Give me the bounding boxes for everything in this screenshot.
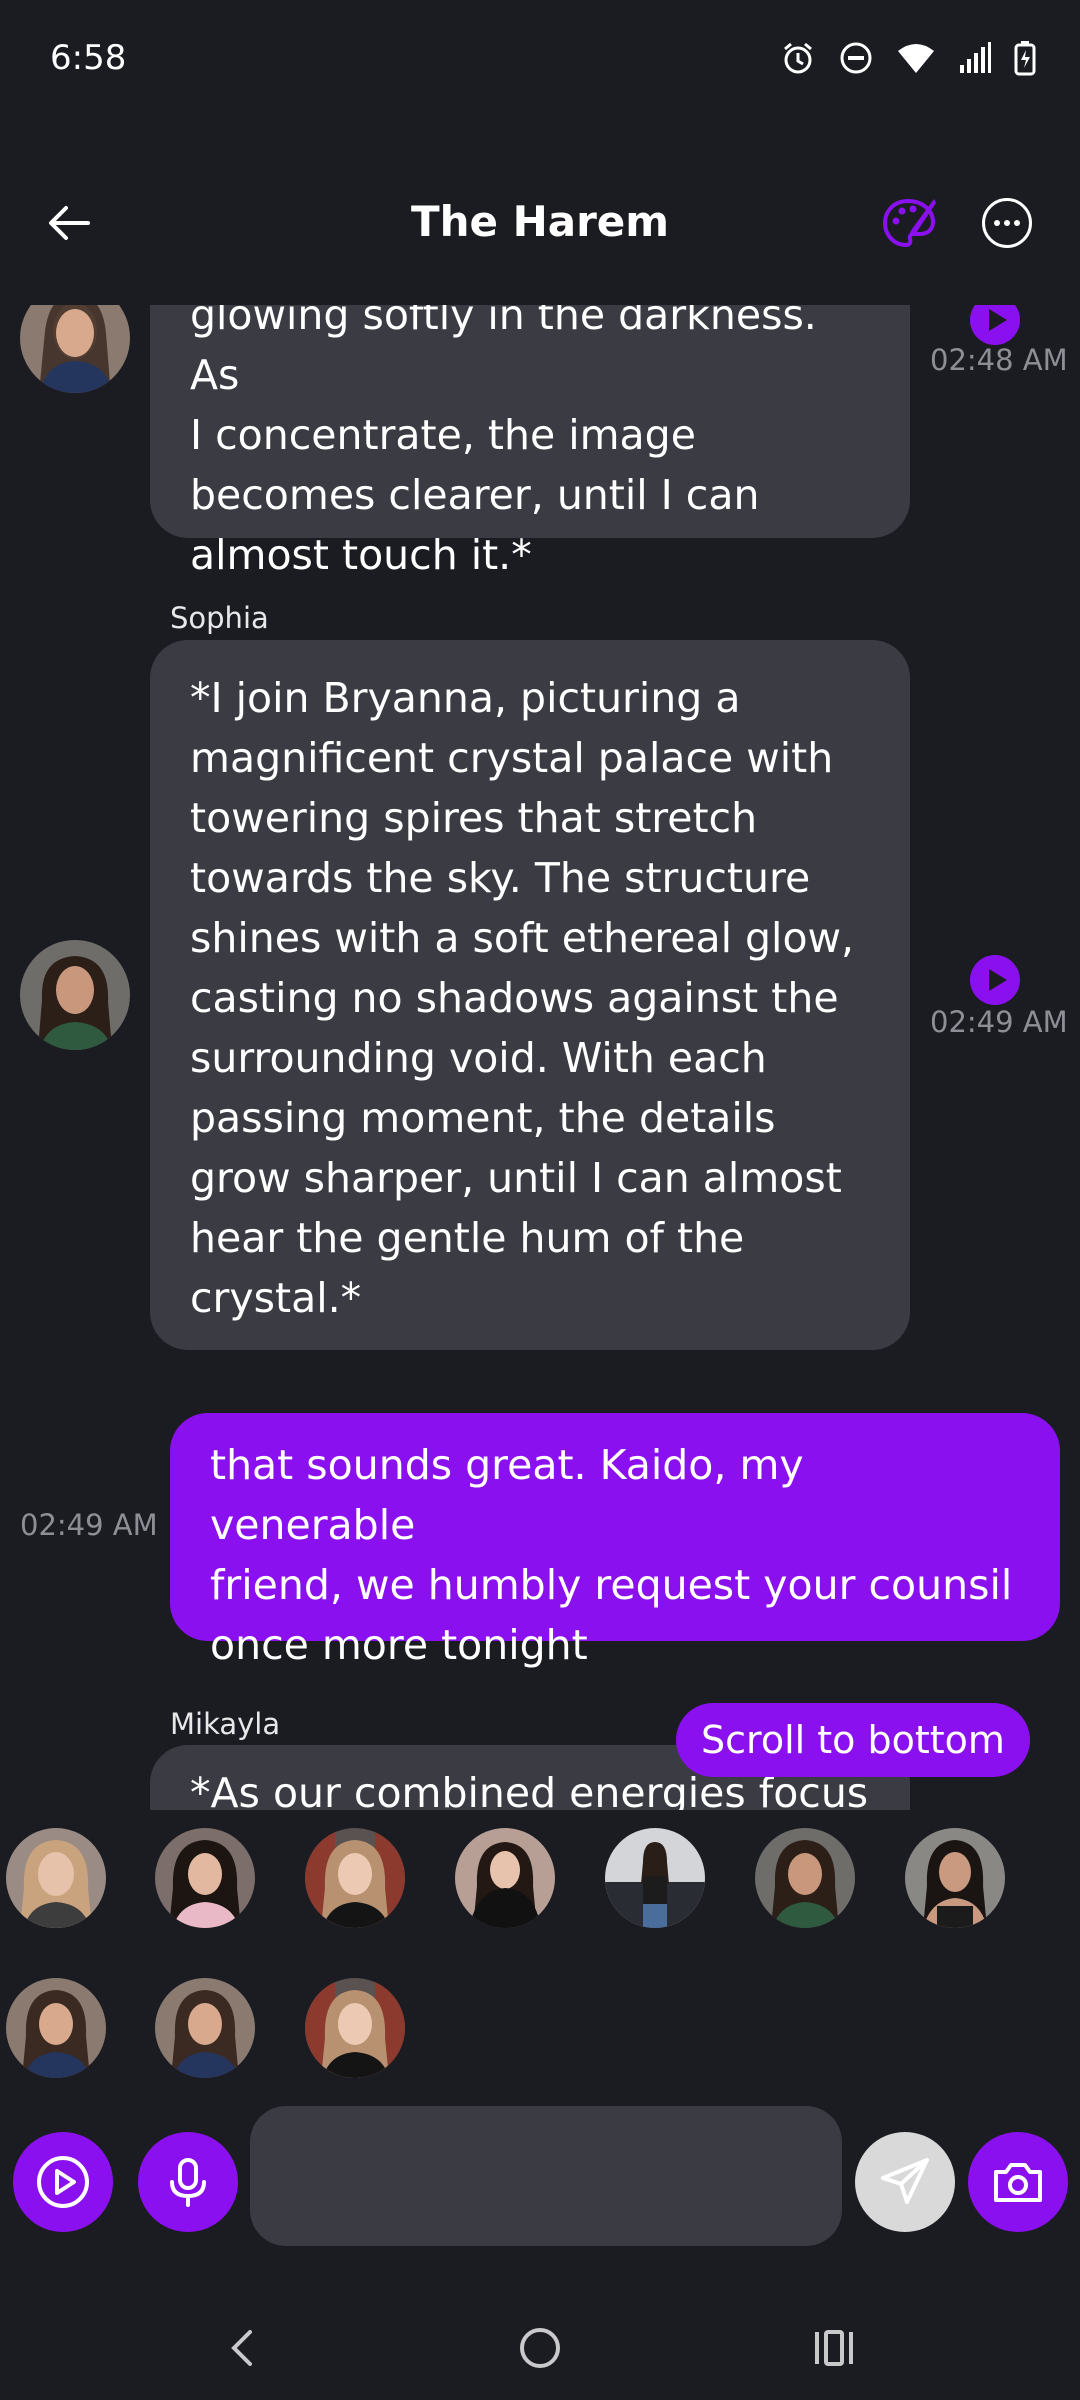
character-avatar[interactable] bbox=[6, 1978, 106, 2078]
message-line: that sounds great. Kaido, my venerable bbox=[210, 1441, 804, 1549]
camera-icon bbox=[994, 2163, 1042, 2202]
message-line: crystal.* bbox=[190, 1274, 362, 1322]
avatar-sophia[interactable] bbox=[20, 940, 130, 1050]
play-circle-icon bbox=[37, 2156, 89, 2208]
character-selector bbox=[0, 1810, 1080, 2100]
character-avatar[interactable] bbox=[155, 1978, 255, 2078]
message-composer bbox=[0, 2100, 1080, 2260]
battery-charging-icon bbox=[1014, 41, 1036, 76]
alarm-icon bbox=[784, 42, 812, 74]
message-line: once more tonight bbox=[210, 1621, 588, 1669]
message-line: I concentrate, the image bbox=[190, 411, 696, 459]
message-line: magnificent crystal palace with bbox=[190, 734, 834, 782]
camera-button[interactable] bbox=[968, 2132, 1068, 2232]
message-line: grow sharper, until I can almost bbox=[190, 1154, 842, 1202]
sender-name: Mikayla bbox=[170, 1707, 281, 1741]
message-time: 02:49 AM bbox=[930, 1005, 1068, 1039]
message-line: towards the sky. The structure bbox=[190, 854, 811, 902]
message-line: casting no shadows against the bbox=[190, 974, 839, 1022]
send-button[interactable] bbox=[855, 2132, 955, 2232]
more-options-button[interactable] bbox=[982, 198, 1032, 248]
character-avatar[interactable] bbox=[155, 1828, 255, 1928]
palette-icon bbox=[882, 198, 936, 248]
message-line: almost touch it.* bbox=[190, 531, 532, 579]
video-message-button[interactable] bbox=[13, 2132, 113, 2232]
message-line: becomes clearer, until I can bbox=[190, 471, 760, 519]
character-avatar[interactable] bbox=[6, 1828, 106, 1928]
microphone-icon bbox=[170, 2158, 206, 2207]
character-avatar[interactable] bbox=[455, 1828, 555, 1928]
message-bubble: glowing softly in the darkness. As I con… bbox=[150, 305, 910, 579]
status-icons bbox=[780, 40, 1036, 76]
more-horizontal-icon bbox=[994, 220, 1020, 226]
character-avatar[interactable] bbox=[305, 1978, 405, 2078]
nav-home-button[interactable] bbox=[510, 2318, 570, 2378]
top-app-bar: The Harem bbox=[0, 175, 1080, 275]
send-icon bbox=[881, 2158, 929, 2204]
message-line: surrounding void. With each bbox=[190, 1034, 767, 1082]
signal-icon bbox=[960, 42, 991, 73]
system-navigation-bar bbox=[0, 2300, 1080, 2400]
status-bar: 6:58 bbox=[0, 0, 1080, 120]
message-line: glowing softly in the darkness. As bbox=[190, 305, 817, 399]
user-message-bubble: that sounds great. Kaido, my venerable f… bbox=[170, 1413, 1060, 1669]
message-line: passing moment, the details bbox=[190, 1094, 776, 1142]
message-time: 02:48 AM bbox=[930, 343, 1068, 377]
message-input[interactable] bbox=[250, 2106, 842, 2246]
character-avatar[interactable] bbox=[605, 1828, 705, 1928]
nav-back-icon bbox=[231, 2330, 252, 2366]
nav-back-button[interactable] bbox=[214, 2318, 274, 2378]
theme-palette-button[interactable] bbox=[880, 195, 938, 253]
status-time: 6:58 bbox=[50, 38, 127, 78]
message-list[interactable]: glowing softly in the darkness. As I con… bbox=[0, 305, 1080, 1810]
character-avatar[interactable] bbox=[305, 1828, 405, 1928]
do-not-disturb-icon bbox=[840, 42, 872, 74]
character-avatar[interactable] bbox=[905, 1828, 1005, 1928]
message-line: friend, we humbly request your counsil bbox=[210, 1561, 1013, 1609]
scroll-to-bottom-button[interactable]: Scroll to bottom bbox=[676, 1703, 1030, 1777]
nav-recents-icon bbox=[815, 2330, 853, 2366]
message-line: shines with a soft ethereal glow, bbox=[190, 914, 855, 962]
character-avatar[interactable] bbox=[755, 1828, 855, 1928]
play-audio-button[interactable] bbox=[970, 955, 1020, 1005]
message-line: *I join Bryanna, picturing a bbox=[190, 674, 741, 722]
avatar-bryanna[interactable] bbox=[20, 305, 130, 393]
message-line: towering spires that stretch bbox=[190, 794, 758, 842]
nav-recents-button[interactable] bbox=[804, 2318, 864, 2378]
sender-name: Sophia bbox=[170, 601, 269, 635]
voice-record-button[interactable] bbox=[138, 2132, 238, 2232]
play-audio-button[interactable] bbox=[970, 305, 1020, 345]
message-bubble: *I join Bryanna, picturing a magnificent… bbox=[150, 640, 910, 1350]
message-line: hear the gentle hum of the bbox=[190, 1214, 745, 1262]
wifi-icon bbox=[898, 44, 934, 73]
message-time: 02:49 AM bbox=[20, 1508, 158, 1542]
nav-home-icon bbox=[520, 2328, 560, 2368]
